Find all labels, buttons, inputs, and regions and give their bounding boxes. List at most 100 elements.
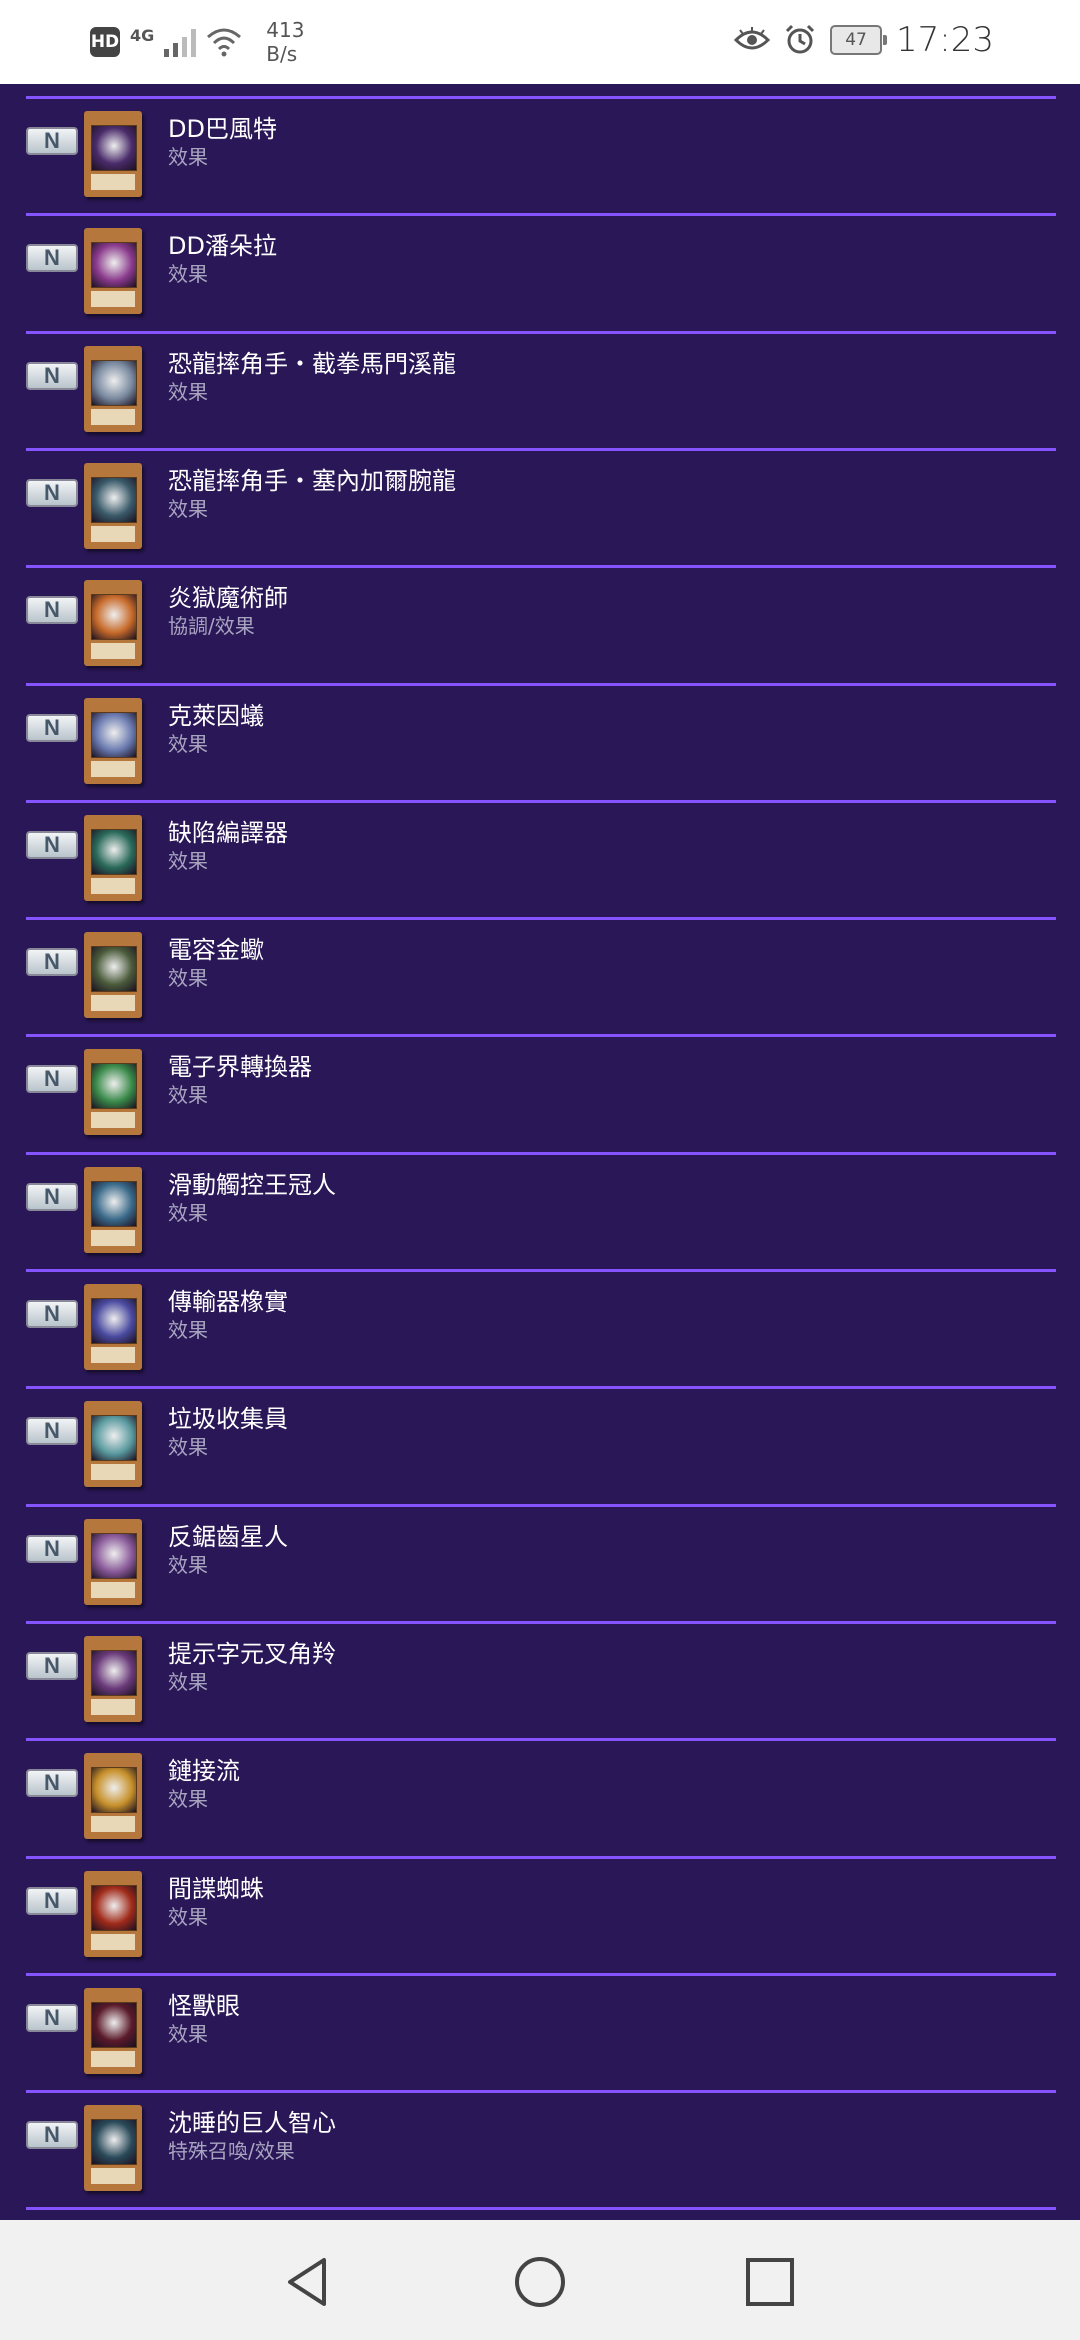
card-text-box [91, 2051, 135, 2067]
rarity-badge: N [26, 1887, 78, 1915]
card-art [91, 477, 137, 523]
status-right: 47 17:23 [734, 20, 994, 60]
card-thumbnail [84, 580, 142, 666]
card-thumbnail [84, 228, 142, 314]
card-name: 垃圾收集員 [168, 1405, 288, 1433]
home-circle-icon[interactable] [510, 2252, 570, 2312]
list-item[interactable]: N 垃圾收集員 效果 [26, 1387, 1056, 1503]
card-text-box [91, 995, 135, 1011]
status-left: HD 4G 413 B/s [90, 18, 304, 66]
card-art [91, 594, 137, 640]
card-thumbnail [84, 346, 142, 432]
rarity-badge: N [26, 362, 78, 390]
list-item[interactable]: N 怪獸眼 效果 [26, 1974, 1056, 2090]
card-name: 沈睡的巨人智心 [168, 2109, 336, 2137]
rarity-label: N [44, 1888, 60, 1913]
card-thumbnail [84, 463, 142, 549]
rarity-badge: N [26, 1065, 78, 1093]
card-type: 效果 [168, 1670, 208, 1694]
recent-square-icon[interactable] [740, 2252, 800, 2312]
rarity-badge: N [26, 1535, 78, 1563]
card-type: 效果 [168, 497, 208, 521]
list-item[interactable]: N 提示字元叉角羚 效果 [26, 1622, 1056, 1738]
list-item[interactable]: N 電子界轉換器 效果 [26, 1035, 1056, 1151]
network-type: 4G [130, 25, 155, 45]
status-bar: HD 4G 413 B/s 47 17:23 [0, 0, 1080, 84]
back-triangle-icon[interactable] [280, 2252, 340, 2312]
rarity-label: N [44, 1418, 60, 1443]
list-item[interactable]: N 電容金蠍 效果 [26, 918, 1056, 1034]
list-item[interactable]: N DD潘朵拉 效果 [26, 214, 1056, 330]
eye-comfort-icon [734, 27, 771, 50]
rarity-label: N [44, 1653, 60, 1678]
rarity-label: N [44, 1066, 60, 1091]
card-type: 效果 [168, 966, 208, 990]
card-name: 間諜蜘蛛 [168, 1875, 264, 1903]
card-thumbnail [84, 1401, 142, 1487]
card-name: 炎獄魔術師 [168, 584, 288, 612]
card-name: 克萊因蟻 [168, 702, 264, 730]
card-text-box [91, 1464, 135, 1480]
card-thumbnail [84, 1167, 142, 1253]
card-name: DD潘朵拉 [168, 232, 277, 260]
card-text-box [91, 1816, 135, 1832]
card-art [91, 946, 137, 992]
card-type: 效果 [168, 145, 208, 169]
card-text-box [91, 409, 135, 425]
card-art [91, 242, 137, 288]
card-type: 效果 [168, 1553, 208, 1577]
rarity-badge: N [26, 1417, 78, 1445]
card-text-box [91, 174, 135, 190]
list-item[interactable]: N 炎獄魔術師 協調/效果 [26, 566, 1056, 682]
rarity-label: N [44, 480, 60, 505]
card-name: 缺陷編譯器 [168, 819, 288, 847]
card-art [91, 1063, 137, 1109]
card-name: 滑動觸控王冠人 [168, 1171, 336, 1199]
wifi-icon [207, 28, 242, 57]
list-item[interactable]: N 滑動觸控王冠人 效果 [26, 1153, 1056, 1269]
rarity-label: N [44, 832, 60, 857]
card-thumbnail [84, 1284, 142, 1370]
rarity-label: N [44, 715, 60, 740]
card-art [91, 1415, 137, 1461]
list-item[interactable]: N 缺陷編譯器 效果 [26, 801, 1056, 917]
card-art [91, 1181, 137, 1227]
rarity-badge: N [26, 479, 78, 507]
rarity-label: N [44, 363, 60, 388]
card-art [91, 360, 137, 406]
list-item[interactable]: N DD巴風特 效果 [26, 97, 1056, 213]
card-art [91, 829, 137, 875]
card-type: 效果 [168, 1318, 208, 1342]
list-item[interactable]: N 恐龍摔角手・塞內加爾腕龍 效果 [26, 449, 1056, 565]
list-item[interactable]: N 傳輸器橡實 效果 [26, 1270, 1056, 1386]
card-art [91, 1767, 137, 1813]
card-type: 效果 [168, 1787, 208, 1811]
card-name: 電容金蠍 [168, 936, 264, 964]
hd-icon: HD [90, 27, 120, 57]
list-item[interactable]: N 鏈接流 效果 [26, 1739, 1056, 1855]
rarity-badge: N [26, 244, 78, 272]
card-type: 協調/效果 [168, 614, 255, 638]
card-list[interactable]: N DD巴風特 效果 N DD潘朵拉 效果 N 恐龍摔角手・截拳馬門溪龍 效果 N 恐龍摔角手・塞內… [0, 84, 1080, 2220]
list-item[interactable]: N 沈睡的巨人智心 特殊召喚/效果 [26, 2091, 1056, 2207]
card-type: 效果 [168, 1435, 208, 1459]
list-item[interactable]: N 間諜蜘蛛 效果 [26, 1857, 1056, 1973]
rarity-label: N [44, 597, 60, 622]
card-name: DD巴風特 [168, 115, 277, 143]
card-art [91, 1885, 137, 1931]
list-item[interactable]: N 反鋸齒星人 效果 [26, 1505, 1056, 1621]
rarity-badge: N [26, 948, 78, 976]
list-item[interactable]: N 恐龍摔角手・截拳馬門溪龍 效果 [26, 332, 1056, 448]
card-name: 鏈接流 [168, 1757, 240, 1785]
card-thumbnail [84, 932, 142, 1018]
list-item[interactable]: N 克萊因蟻 效果 [26, 684, 1056, 800]
card-art [91, 1533, 137, 1579]
card-type: 效果 [168, 380, 208, 404]
rarity-badge: N [26, 1183, 78, 1211]
rarity-badge: N [26, 127, 78, 155]
card-text-box [91, 1934, 135, 1950]
card-name: 恐龍摔角手・塞內加爾腕龍 [168, 467, 456, 495]
speed-value: 413 [266, 18, 305, 42]
card-thumbnail [84, 1519, 142, 1605]
battery-icon: 47 [830, 25, 888, 55]
